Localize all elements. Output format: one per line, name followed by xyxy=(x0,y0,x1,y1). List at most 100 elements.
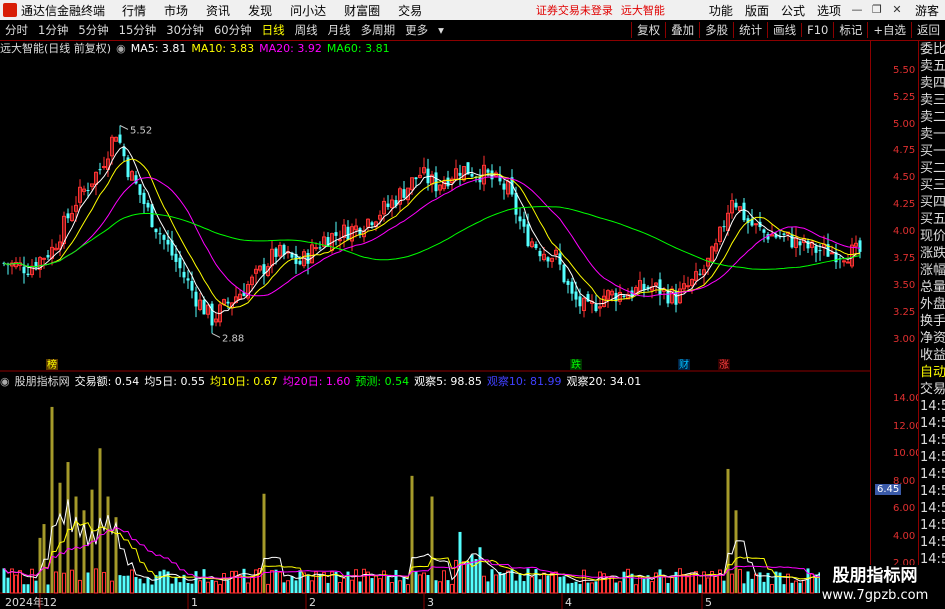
menu-market[interactable]: 市场 xyxy=(164,2,188,19)
side-panel-item: 14:5 xyxy=(920,433,945,448)
price-tick-label: 3.00 xyxy=(893,333,916,345)
menu-trade[interactable]: 交易 xyxy=(398,2,422,19)
guest-button[interactable]: 游客 xyxy=(915,2,939,19)
period-more[interactable]: 更多 xyxy=(404,22,429,38)
volume-bar xyxy=(46,584,50,593)
volume-bar xyxy=(278,571,282,594)
candle-body xyxy=(182,271,186,278)
period-intraday[interactable]: 分时 xyxy=(4,22,29,38)
menu-options[interactable]: 选项 xyxy=(817,2,841,19)
volume-bar xyxy=(762,581,766,593)
candle-body xyxy=(370,222,374,226)
x-axis-label: 1 xyxy=(191,596,198,609)
volume-bar xyxy=(70,569,74,594)
volume-bar xyxy=(566,583,570,593)
candle-body xyxy=(502,183,506,190)
volume-bar xyxy=(110,580,114,594)
volume-bar xyxy=(434,580,438,593)
candle-body xyxy=(190,280,194,291)
volume-bar xyxy=(666,583,670,593)
side-panel-item: 卖四 xyxy=(920,76,945,91)
side-panel-item: 换手 xyxy=(920,314,945,329)
volume-bar xyxy=(50,406,54,593)
toolbar-back[interactable]: 返回 xyxy=(911,22,945,38)
minimize-icon[interactable]: — xyxy=(849,3,865,17)
volume-bar xyxy=(458,531,462,593)
chevron-down-icon[interactable]: ▾ xyxy=(437,23,445,37)
x-axis-label: 5 xyxy=(705,596,712,609)
volume-bar xyxy=(586,582,590,593)
volume-bar xyxy=(138,578,142,593)
event-marker: 跌 xyxy=(571,358,581,371)
menu-function[interactable]: 功能 xyxy=(709,2,733,19)
volume-bar xyxy=(638,576,642,594)
candle-body xyxy=(526,224,530,247)
menu-wealth[interactable]: 财富圈 xyxy=(344,2,380,19)
volume-bar xyxy=(358,581,362,593)
close-icon[interactable]: ✕ xyxy=(889,3,905,17)
candle-body xyxy=(734,202,738,208)
side-panel-item: 14:5 xyxy=(920,518,945,533)
volume-bar xyxy=(326,582,330,593)
volume-bar xyxy=(390,582,394,594)
x-axis-label: 2024年 xyxy=(5,595,44,609)
volume-bar xyxy=(374,575,378,594)
period-5min[interactable]: 5分钟 xyxy=(77,22,109,38)
toolbar-f10[interactable]: F10 xyxy=(801,23,833,37)
volume-bar xyxy=(538,579,542,593)
side-panel-item: 买四 xyxy=(920,195,945,210)
volume-bar xyxy=(286,580,290,594)
menu-formula[interactable]: 公式 xyxy=(781,2,805,19)
toolbar-draw[interactable]: 画线 xyxy=(767,22,801,38)
menu-quotes[interactable]: 行情 xyxy=(122,2,146,19)
volume-bar xyxy=(634,584,638,594)
candle-body xyxy=(158,233,162,235)
volume-bar xyxy=(546,575,550,593)
volume-bar xyxy=(218,584,222,594)
period-toolbar: 分时 1分钟 5分钟 15分钟 30分钟 60分钟 日线 周线 月线 多周期 更… xyxy=(0,20,945,41)
volume-bar xyxy=(518,573,522,593)
app-logo-icon xyxy=(3,3,17,17)
volume-bar xyxy=(66,462,70,593)
candle-body xyxy=(698,273,702,275)
volume-bar xyxy=(350,579,354,594)
period-1min[interactable]: 1分钟 xyxy=(37,22,69,38)
side-panel-item: 外盘 xyxy=(920,297,945,312)
candle-body xyxy=(666,290,670,304)
candle-body xyxy=(358,228,362,235)
period-multi[interactable]: 多周期 xyxy=(360,22,397,38)
volume-bar xyxy=(466,561,470,593)
toolbar-add-favorite[interactable]: +自选 xyxy=(867,22,911,38)
menu-ask[interactable]: 问小达 xyxy=(290,2,326,19)
volume-bar xyxy=(170,583,174,593)
toolbar-overlay[interactable]: 叠加 xyxy=(665,22,699,38)
toolbar-adjust[interactable]: 复权 xyxy=(631,22,665,38)
period-monthly[interactable]: 月线 xyxy=(327,22,352,38)
menu-layout[interactable]: 版面 xyxy=(745,2,769,19)
volume-bar xyxy=(126,575,130,593)
period-60min[interactable]: 60分钟 xyxy=(213,22,253,38)
kline-chart[interactable]: 5.522.88榜跌财涨 2024年 12 1 2 3 4 5 xyxy=(0,41,870,609)
candle-body xyxy=(790,234,794,248)
volume-bar xyxy=(162,569,166,593)
trade-status[interactable]: 证券交易未登录 xyxy=(536,2,613,18)
period-weekly[interactable]: 周线 xyxy=(294,22,319,38)
volume-bar xyxy=(78,579,82,594)
volume-bar xyxy=(722,580,726,593)
menu-news[interactable]: 资讯 xyxy=(206,2,230,19)
x-axis-label: 2 xyxy=(309,596,316,609)
menu-discover[interactable]: 发现 xyxy=(248,2,272,19)
toolbar-stats[interactable]: 统计 xyxy=(733,22,767,38)
toolbar-mark[interactable]: 标记 xyxy=(833,22,867,38)
volume-bar xyxy=(134,577,138,593)
period-30min[interactable]: 30分钟 xyxy=(165,22,205,38)
restore-icon[interactable]: ❐ xyxy=(869,3,885,17)
toolbar-multi-stock[interactable]: 多股 xyxy=(699,22,733,38)
period-15min[interactable]: 15分钟 xyxy=(118,22,158,38)
volume-bar xyxy=(74,496,78,593)
candle-body xyxy=(210,303,214,326)
side-panel-item: 卖五 xyxy=(920,59,945,74)
period-daily[interactable]: 日线 xyxy=(261,22,286,38)
volume-bar xyxy=(446,580,450,593)
volume-bar xyxy=(306,574,310,593)
